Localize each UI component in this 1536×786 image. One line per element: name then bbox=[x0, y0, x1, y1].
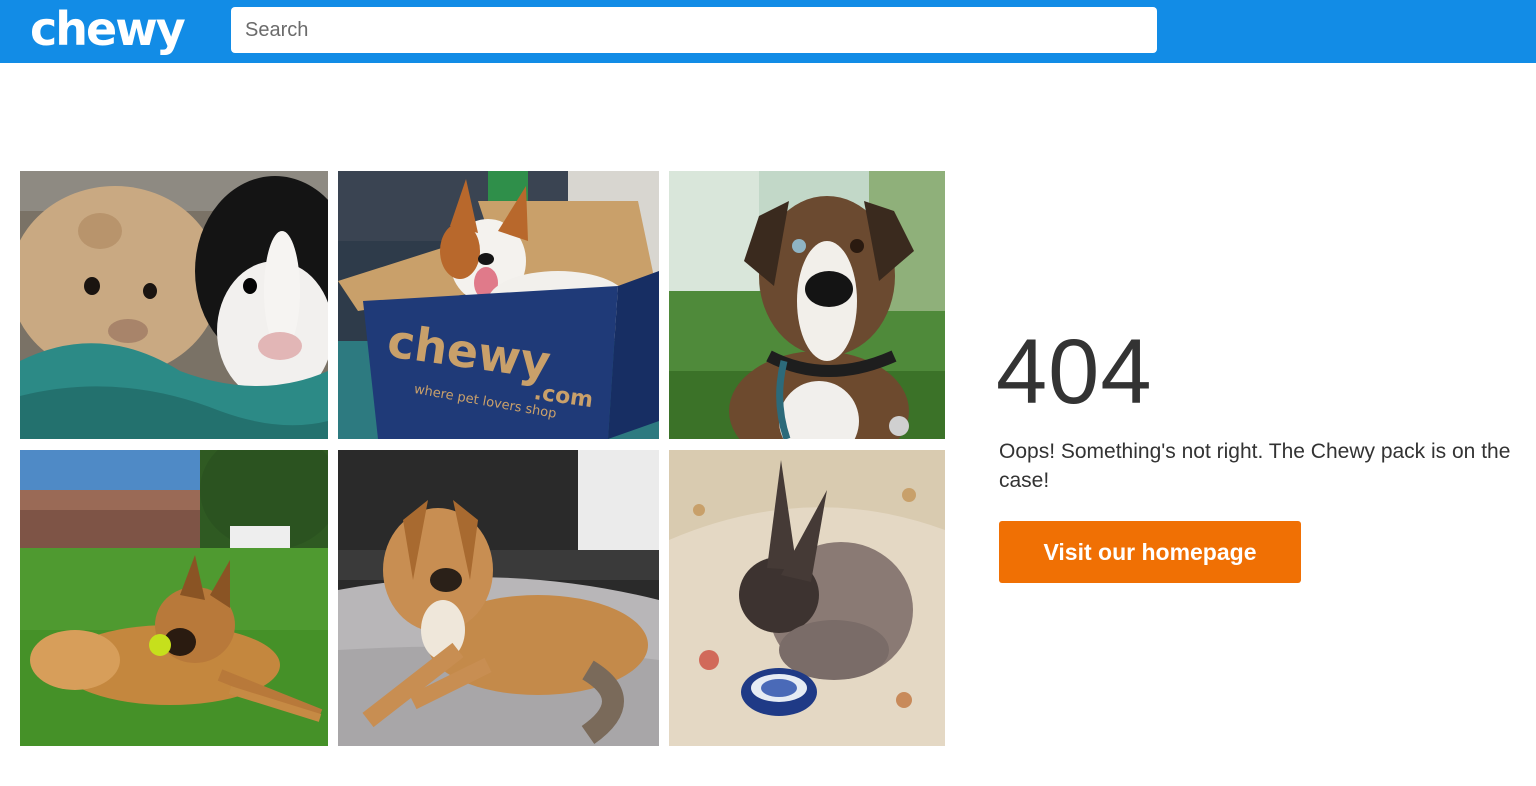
photo-dog-on-bed bbox=[338, 450, 659, 746]
search-input[interactable] bbox=[231, 7, 1157, 53]
photo-dog-with-ball bbox=[20, 450, 328, 746]
photo-guinea-pigs bbox=[20, 171, 328, 439]
error-message: Oops! Something's not right. The Chewy p… bbox=[999, 440, 1511, 492]
photo-dog-in-box: chewy .com where pet lovers shop bbox=[338, 171, 659, 439]
photo-brindle-dog bbox=[669, 171, 945, 439]
error-code: 404 bbox=[996, 321, 1153, 423]
photo-rabbit bbox=[669, 450, 945, 746]
site-header: chewy bbox=[0, 0, 1536, 63]
chewy-logo[interactable]: chewy bbox=[30, 3, 186, 55]
visit-homepage-button[interactable]: Visit our homepage bbox=[999, 521, 1301, 583]
